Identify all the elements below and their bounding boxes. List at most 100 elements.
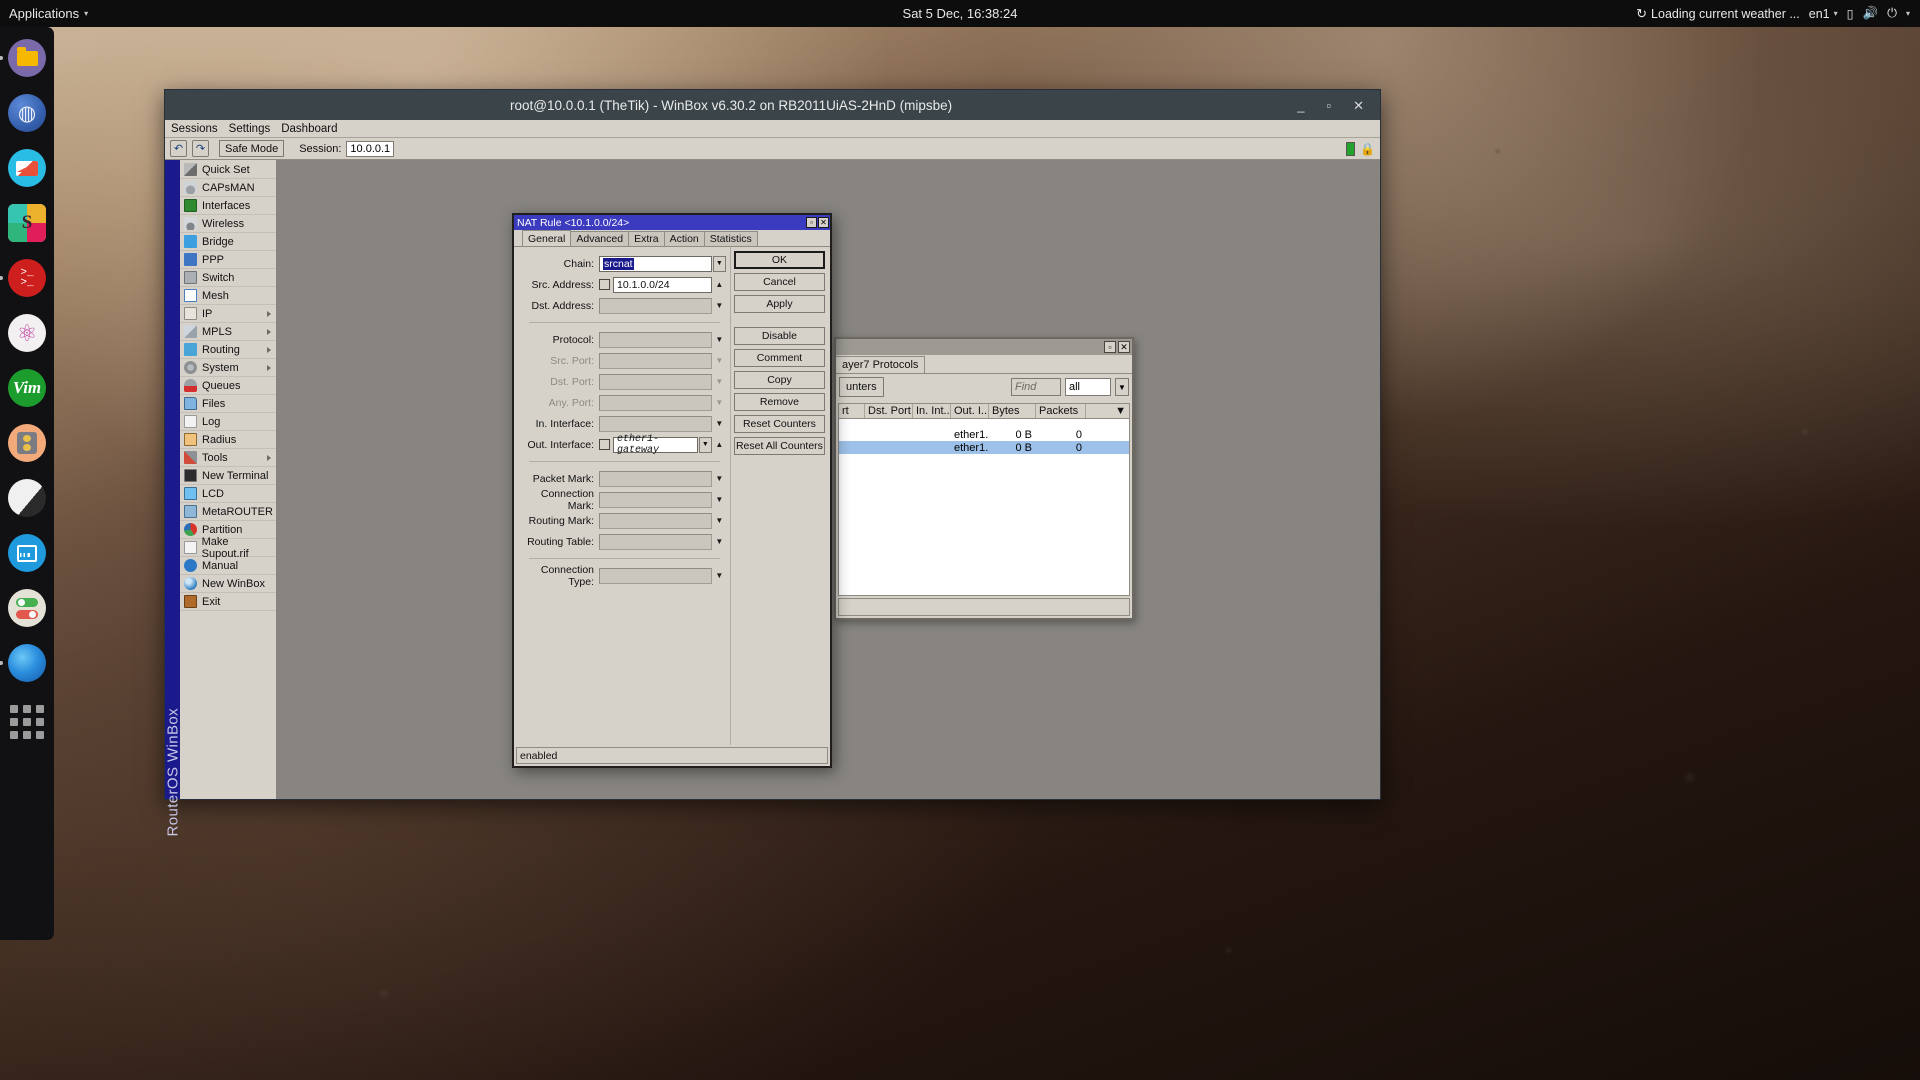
table-row[interactable]: ether1... 0 B 0 (839, 428, 1129, 441)
firewall-titlebar[interactable]: ▫ ✕ (836, 339, 1132, 355)
connection-mark-caret-down-icon[interactable]: ▼ (713, 492, 726, 508)
protocol-input[interactable] (599, 331, 712, 348)
filter-select-value[interactable]: all (1065, 378, 1111, 396)
tab-statistics[interactable]: Statistics (703, 231, 758, 246)
src-address-caret-up-icon[interactable]: ▲ (713, 277, 726, 293)
menu-settings[interactable]: Settings (229, 123, 271, 135)
moon-app-icon[interactable] (8, 479, 46, 517)
sidebar-item-tools[interactable]: Tools (180, 449, 276, 467)
comment-button[interactable]: Comment (733, 349, 825, 367)
chevron-down-icon[interactable]: ▾ (1906, 9, 1910, 18)
maximize-icon[interactable]: ▫ (1326, 99, 1331, 112)
sidebar-item-queues[interactable]: Queues (180, 377, 276, 395)
find-input[interactable]: Find (1011, 378, 1061, 396)
dst-address-caret-down-icon[interactable]: ▼ (713, 298, 726, 314)
chain-input[interactable]: srcnat (599, 255, 712, 272)
sidebar-item-quick-set[interactable]: Quick Set (180, 161, 276, 179)
sidebar-item-new-terminal[interactable]: New Terminal (180, 467, 276, 485)
winbox-titlebar[interactable]: root@10.0.0.1 (TheTik) - WinBox v6.30.2 … (165, 90, 1380, 120)
sidebar-item-bridge[interactable]: Bridge (180, 233, 276, 251)
app-grid-icon[interactable] (8, 705, 46, 739)
packet-mark-caret-down-icon[interactable]: ▼ (713, 471, 726, 487)
files-app-icon[interactable] (0, 39, 46, 77)
dst-address-input[interactable] (599, 297, 712, 314)
minimize-icon[interactable]: _ (1297, 99, 1304, 112)
sidebar-item-make-supout[interactable]: Make Supout.rif (180, 536, 276, 560)
redo-button[interactable]: ↷ (192, 140, 209, 157)
routing-table-input[interactable] (599, 533, 712, 550)
menu-dashboard[interactable]: Dashboard (281, 123, 337, 135)
close-icon[interactable]: ✕ (818, 217, 829, 228)
nat-dialog-titlebar[interactable]: NAT Rule <10.1.0.0/24> ▫ ✕ (514, 215, 830, 230)
close-icon[interactable]: ✕ (1353, 99, 1364, 112)
column-header-out-interface[interactable]: Out. I... (951, 404, 989, 418)
mail-app-icon[interactable] (8, 149, 46, 187)
in-interface-input[interactable] (599, 415, 712, 432)
reset-all-counters-button[interactable]: Reset All Counters (733, 437, 825, 455)
column-header-src-port[interactable]: rt (839, 404, 865, 418)
undo-button[interactable]: ↶ (170, 140, 187, 157)
routing-table-caret-down-icon[interactable]: ▼ (713, 534, 726, 550)
menu-sessions[interactable]: Sessions (171, 123, 218, 135)
connection-mark-input[interactable] (599, 491, 712, 508)
connection-type-input[interactable] (599, 567, 712, 584)
copy-button[interactable]: Copy (733, 371, 825, 389)
keyboard-layout-indicator[interactable]: en1 ▾ (1809, 7, 1838, 21)
filter-dropdown-icon[interactable]: ▼ (1115, 378, 1129, 396)
reset-counters-button[interactable]: unters (839, 377, 884, 397)
src-address-input[interactable]: 10.1.0.0/24 (613, 276, 712, 293)
terminal-app-icon[interactable]: >_ >_ (0, 259, 46, 297)
out-interface-checkbox[interactable] (599, 439, 610, 450)
routing-mark-caret-down-icon[interactable]: ▼ (713, 513, 726, 529)
applications-menu[interactable]: Applications (9, 6, 79, 21)
connection-type-caret-down-icon[interactable]: ▼ (713, 568, 726, 584)
sidebar-item-exit[interactable]: Exit (180, 593, 276, 611)
close-icon[interactable]: ✕ (1118, 341, 1130, 353)
column-menu-icon[interactable]: ▼ (1086, 404, 1129, 418)
column-header-packets[interactable]: Packets (1036, 404, 1086, 418)
weather-indicator[interactable]: ↻ Loading current weather ... (1636, 6, 1800, 22)
session-value-field[interactable]: 10.0.0.1 (346, 140, 395, 157)
disable-button[interactable]: Disable (733, 327, 825, 345)
sidebar-item-ip[interactable]: IP (180, 305, 276, 323)
sidebar-item-log[interactable]: Log (180, 413, 276, 431)
out-interface-dropdown-icon[interactable]: ▼ (698, 436, 712, 453)
sidebar-item-system[interactable]: System (180, 359, 276, 377)
routing-mark-input[interactable] (599, 512, 712, 529)
slack-app-icon[interactable]: S (8, 204, 46, 242)
sidebar-item-wireless[interactable]: Wireless (180, 215, 276, 233)
sidebar-item-radius[interactable]: Radius (180, 431, 276, 449)
apply-button[interactable]: Apply (733, 295, 825, 313)
maximize-icon[interactable]: ▫ (1104, 341, 1116, 353)
out-interface-caret-up-icon[interactable]: ▲ (713, 437, 726, 453)
sidebar-item-ppp[interactable]: PPP (180, 251, 276, 269)
tab-layer7-protocols[interactable]: ayer7 Protocols (836, 356, 926, 373)
sidebar-item-lcd[interactable]: LCD (180, 485, 276, 503)
sidebar-item-interfaces[interactable]: Interfaces (180, 197, 276, 215)
table-row[interactable]: ether1... 0 B 0 (839, 441, 1129, 454)
system-monitor-app-icon[interactable] (8, 534, 46, 572)
settings-toggles-app-icon[interactable] (8, 589, 46, 627)
remove-button[interactable]: Remove (733, 393, 825, 411)
sidebar-item-manual[interactable]: Manual (180, 557, 276, 575)
column-header-bytes[interactable]: Bytes (989, 404, 1036, 418)
sidebar-item-mpls[interactable]: MPLS (180, 323, 276, 341)
volume-icon[interactable]: 🔊 (1863, 6, 1879, 21)
sidebar-item-mesh[interactable]: Mesh (180, 287, 276, 305)
sidebar-item-switch[interactable]: Switch (180, 269, 276, 287)
audio-app-icon[interactable] (8, 424, 46, 462)
tab-extra[interactable]: Extra (628, 231, 665, 246)
power-icon[interactable]: ⏻ (1887, 6, 1897, 21)
in-interface-caret-down-icon[interactable]: ▼ (713, 416, 726, 432)
planet-app-icon[interactable] (0, 644, 46, 682)
column-header-dst-port[interactable]: Dst. Port (865, 404, 913, 418)
vim-app-icon[interactable]: Vim (8, 369, 46, 407)
src-address-checkbox[interactable] (599, 279, 610, 290)
chain-dropdown-icon[interactable]: ▼ (712, 255, 726, 272)
atom-app-icon[interactable]: ⚛ (8, 314, 46, 352)
packet-mark-input[interactable] (599, 470, 712, 487)
sidebar-item-files[interactable]: Files (180, 395, 276, 413)
browser-app-icon[interactable]: ◍ (8, 94, 46, 132)
sidebar-item-routing[interactable]: Routing (180, 341, 276, 359)
sidebar-item-metarouter[interactable]: MetaROUTER (180, 503, 276, 521)
